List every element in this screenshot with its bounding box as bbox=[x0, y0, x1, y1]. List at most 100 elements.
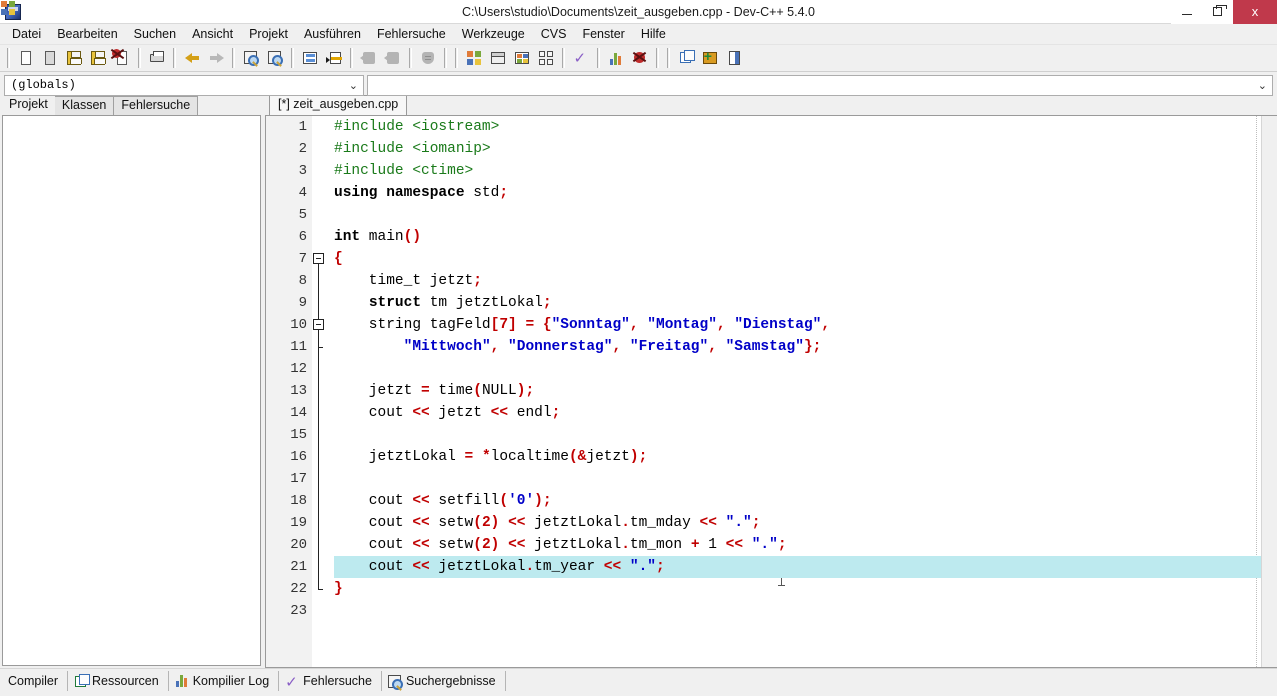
minimize-button[interactable] bbox=[1171, 0, 1202, 24]
project-tree[interactable] bbox=[2, 115, 261, 666]
fold-column[interactable] bbox=[312, 116, 326, 667]
menu-suchen[interactable]: Suchen bbox=[126, 25, 184, 44]
fold-toggle[interactable] bbox=[313, 253, 324, 264]
code-line[interactable]: jetztLokal = *localtime(&jetzt); bbox=[334, 446, 1261, 468]
code-token: << bbox=[603, 559, 622, 575]
main-area: Projekt Klassen Fehlersuche [*] zeit_aus… bbox=[0, 95, 1277, 668]
code-line[interactable]: using namespace std; bbox=[334, 182, 1261, 204]
open-file-button[interactable] bbox=[38, 47, 62, 70]
code-line[interactable] bbox=[334, 468, 1261, 490]
close-file-button[interactable] bbox=[110, 47, 134, 70]
menu-datei[interactable]: Datei bbox=[4, 25, 49, 44]
code-line[interactable]: jetzt = time(NULL); bbox=[334, 380, 1261, 402]
remove-from-project-button[interactable] bbox=[722, 47, 746, 70]
bottom-tab-label: Ressourcen bbox=[92, 673, 159, 688]
scope-combo[interactable]: (globals) ⌄ bbox=[4, 74, 364, 96]
code-line[interactable] bbox=[334, 424, 1261, 446]
menu-cvs[interactable]: CVS bbox=[533, 25, 575, 44]
compile-button[interactable]: ✓ bbox=[569, 47, 593, 70]
fold-corner bbox=[318, 589, 323, 590]
code-token: , bbox=[629, 317, 639, 333]
code-line[interactable]: { bbox=[334, 248, 1261, 270]
code-line[interactable]: #include <iomanip> bbox=[334, 138, 1261, 160]
bottom-tab-fehlersuche[interactable]: ✓ Fehlersuche bbox=[279, 670, 382, 691]
line-number: 5 bbox=[298, 207, 307, 223]
code-token: jetztLokal bbox=[429, 559, 526, 575]
save-all-button[interactable] bbox=[86, 47, 110, 70]
toggle-bookmark-button[interactable] bbox=[416, 47, 440, 70]
code-token: #include <iostream> bbox=[334, 119, 500, 135]
bottom-tab-ressourcen[interactable]: Ressourcen bbox=[68, 670, 169, 691]
new-unit-button[interactable] bbox=[674, 47, 698, 70]
new-project-button[interactable] bbox=[462, 47, 486, 70]
menu-fehlersuche[interactable]: Fehlersuche bbox=[369, 25, 454, 44]
undo-button[interactable] bbox=[180, 47, 204, 70]
line-number: 23 bbox=[290, 603, 307, 619]
code-line[interactable]: cout << setw(2) << jetztLokal.tm_mon + 1… bbox=[334, 534, 1261, 556]
code-line[interactable]: "Mittwoch", "Donnerstag", "Freitag", "Sa… bbox=[334, 336, 1261, 358]
add-to-project-button[interactable] bbox=[698, 47, 722, 70]
menu-ansicht[interactable]: Ansicht bbox=[184, 25, 241, 44]
goto-line-button[interactable] bbox=[298, 47, 322, 70]
code-token: << bbox=[699, 515, 717, 531]
code-token: << bbox=[725, 537, 744, 553]
forward-nav-button[interactable] bbox=[381, 47, 405, 70]
editor-area[interactable]: 1 2 3 4 5 6 7 8 9 10 11 12 13 14 15 16 17 18 19 20 21 22 23 #i… bbox=[265, 115, 1277, 668]
line-number: 21 bbox=[290, 559, 307, 575]
bottom-tab-suchergebnisse[interactable]: Suchergebnisse bbox=[382, 670, 506, 691]
close-button[interactable]: x bbox=[1233, 0, 1277, 24]
code-line[interactable]: } bbox=[334, 578, 1261, 600]
project-tiles-button[interactable] bbox=[534, 47, 558, 70]
maximize-button[interactable] bbox=[1202, 0, 1233, 24]
project-options-button[interactable] bbox=[510, 47, 534, 70]
goto-function-button[interactable] bbox=[322, 47, 346, 70]
menu-fenster[interactable]: Fenster bbox=[574, 25, 632, 44]
debug-button[interactable] bbox=[628, 47, 652, 70]
editor-vertical-scrollbar[interactable] bbox=[1261, 116, 1277, 667]
code-line[interactable]: cout << setfill('0'); bbox=[334, 490, 1261, 512]
print-button[interactable] bbox=[145, 47, 169, 70]
bottom-tab-kompilier-log[interactable]: Kompilier Log bbox=[169, 670, 280, 691]
replace-button[interactable] bbox=[263, 47, 287, 70]
bottom-tab-compiler[interactable]: Compiler bbox=[1, 1, 69, 691]
code-token: } bbox=[334, 581, 343, 597]
add-to-project-icon bbox=[702, 49, 719, 66]
project-window-button[interactable] bbox=[486, 47, 510, 70]
tab-fehlersuche[interactable]: Fehlersuche bbox=[113, 96, 199, 115]
back-nav-icon bbox=[359, 50, 378, 66]
menu-ausfuehren[interactable]: Ausführen bbox=[296, 25, 369, 44]
editor-tab-zeit-ausgeben[interactable]: [*] zeit_ausgeben.cpp bbox=[269, 95, 408, 115]
line-number: 7 bbox=[298, 251, 307, 267]
find-button[interactable] bbox=[239, 47, 263, 70]
code-line[interactable]: #include <iostream> bbox=[334, 116, 1261, 138]
member-combo[interactable]: ⌄ bbox=[367, 74, 1273, 96]
code-text[interactable]: #include <iostream> #include <iomanip> #in… bbox=[326, 116, 1261, 667]
save-file-button[interactable] bbox=[62, 47, 86, 70]
code-line[interactable] bbox=[334, 204, 1261, 226]
menu-bearbeiten[interactable]: Bearbeiten bbox=[49, 25, 125, 44]
code-line[interactable]: #include <ctime> bbox=[334, 160, 1261, 182]
fold-toggle[interactable] bbox=[313, 319, 324, 330]
menu-werkzeuge[interactable]: Werkzeuge bbox=[454, 25, 533, 44]
code-token: ); bbox=[629, 449, 648, 465]
remove-from-project-icon bbox=[726, 50, 743, 66]
tab-projekt[interactable]: Projekt bbox=[2, 96, 55, 115]
code-line[interactable]: cout << jetztLokal.tm_year << "."; bbox=[334, 556, 1261, 578]
code-line[interactable]: string tagFeld[7] = {"Sonntag", "Montag"… bbox=[334, 314, 1261, 336]
code-line[interactable]: cout << setw(2) << jetztLokal.tm_mday <<… bbox=[334, 512, 1261, 534]
code-line[interactable] bbox=[334, 358, 1261, 380]
tab-klassen[interactable]: Klassen bbox=[53, 96, 115, 115]
code-line[interactable]: time_t jetzt; bbox=[334, 270, 1261, 292]
menu-hilfe[interactable]: Hilfe bbox=[633, 25, 674, 44]
code-line[interactable] bbox=[334, 600, 1261, 622]
new-file-button[interactable] bbox=[14, 47, 38, 70]
run-button[interactable] bbox=[604, 47, 628, 70]
code-line[interactable]: int main() bbox=[334, 226, 1261, 248]
redo-button[interactable] bbox=[204, 47, 228, 70]
line-number: 6 bbox=[298, 229, 307, 245]
menu-projekt[interactable]: Projekt bbox=[241, 25, 296, 44]
back-nav-button[interactable] bbox=[357, 47, 381, 70]
code-line[interactable]: cout << jetzt << endl; bbox=[334, 402, 1261, 424]
code-line[interactable]: struct tm jetztLokal; bbox=[334, 292, 1261, 314]
